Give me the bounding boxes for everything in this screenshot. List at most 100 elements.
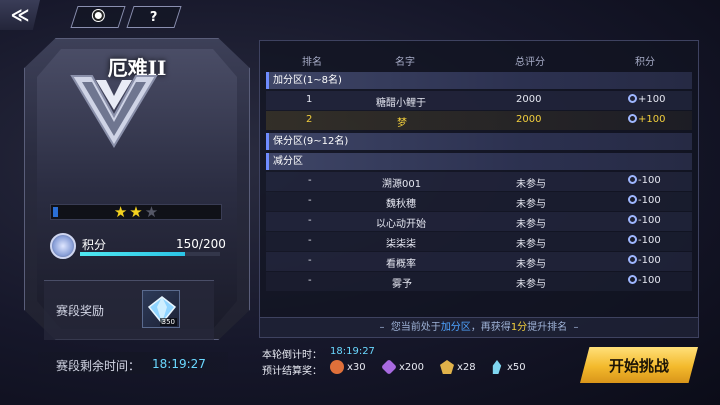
row-points: -100	[638, 215, 661, 226]
record-button[interactable]	[70, 6, 126, 28]
header-rank: 排名	[302, 57, 322, 68]
row-rank: -	[308, 275, 312, 286]
row-points: +100	[638, 94, 666, 105]
section-promote: 加分区(1~8名)	[266, 72, 692, 89]
row-rank: -	[308, 175, 312, 186]
points-label: 积分	[82, 238, 107, 252]
help-icon: ?	[150, 9, 158, 25]
row-points: -100	[638, 195, 661, 206]
table-row[interactable]: - 雾予 未参与 -100	[266, 272, 692, 291]
points-ring-icon	[628, 175, 637, 184]
countdown-value: 18:19:27	[330, 346, 375, 357]
est-reward-label: 预计结算奖：	[262, 366, 322, 377]
points-value: 150/200	[176, 237, 226, 251]
points-ring-icon	[628, 215, 637, 224]
points-ring-icon	[628, 275, 637, 284]
section-demote: 减分区	[266, 153, 692, 170]
est-reward-item[interactable]: x28	[440, 360, 476, 374]
row-points: +100	[638, 114, 666, 125]
row-rank: -	[308, 235, 312, 246]
table-header: 排名 名字 总评分 积分	[260, 49, 698, 69]
row-name: 以心动开始	[376, 219, 426, 230]
est-reward-count: x200	[399, 361, 425, 373]
row-name: 魏秋穗	[386, 199, 416, 210]
row-points: -100	[638, 255, 661, 266]
row-name: 溯源001	[382, 179, 422, 190]
row-score: 2000	[516, 94, 542, 105]
row-rank: 1	[306, 94, 313, 105]
help-button[interactable]: ?	[126, 6, 182, 28]
row-points: -100	[638, 275, 661, 286]
est-reward-item[interactable]: x200	[381, 359, 425, 375]
row-name: 雾予	[392, 279, 412, 290]
reward-label: 赛段奖励	[56, 304, 105, 318]
table-row[interactable]: - 魏秋穗 未参与 -100	[266, 192, 692, 211]
gold-crest-icon	[440, 360, 454, 374]
notice-need: 1分	[510, 322, 528, 333]
points-progress-fill	[80, 252, 185, 256]
stars-marker	[53, 207, 58, 217]
back-button[interactable]: ≪	[0, 0, 40, 30]
star-1-icon: ★	[113, 203, 128, 221]
header-points: 积分	[635, 57, 655, 68]
row-rank: -	[308, 215, 312, 226]
row-score: 未参与	[516, 259, 546, 270]
table-row[interactable]: 1 糖醋小鲤于 2000 +100	[266, 91, 692, 110]
countdown-label: 本轮倒计时：	[262, 350, 322, 361]
season-time-label: 赛段剩余时间：	[56, 359, 141, 373]
back-arrow-icon: ≪	[10, 4, 30, 26]
purple-gem-icon	[381, 359, 397, 375]
header-name: 名字	[395, 57, 415, 68]
start-challenge-button[interactable]: 开始挑战	[580, 347, 698, 383]
reward-item[interactable]: 350	[142, 290, 180, 328]
points-ring-icon	[628, 94, 637, 103]
est-reward-count: x28	[457, 361, 476, 373]
header-score: 总评分	[515, 57, 545, 68]
est-reward-item[interactable]: x50	[490, 360, 526, 374]
notice-suffix: 提升排名	[527, 322, 568, 333]
row-score: 未参与	[516, 239, 546, 250]
table-row[interactable]: - 柒柒柒 未参与 -100	[266, 232, 692, 251]
row-name: 柒柒柒	[386, 239, 416, 250]
points-ring-icon	[628, 255, 637, 264]
record-dot-icon	[92, 9, 104, 21]
row-score: 2000	[516, 114, 542, 125]
points-ring-icon	[628, 195, 637, 204]
row-score: 未参与	[516, 279, 546, 290]
notice-middle: ，再获得	[470, 322, 511, 333]
table-row[interactable]: - 看概率 未参与 -100	[266, 252, 692, 271]
table-row[interactable]: - 溯源001 未参与 -100	[266, 172, 692, 191]
row-score: 未参与	[516, 219, 546, 230]
points-ring-icon	[628, 235, 637, 244]
row-name: 看概率	[386, 259, 416, 270]
table-row-self[interactable]: 2 梦 2000 +100	[266, 111, 692, 130]
star-2-icon: ★	[129, 203, 143, 221]
season-time-value: 18:19:27	[152, 357, 206, 371]
ranking-table[interactable]: 排名 名字 总评分 积分 加分区(1~8名) 1 糖醋小鲤于 2000 +100…	[259, 40, 699, 318]
row-score: 未参与	[516, 179, 546, 190]
row-rank: -	[308, 195, 312, 206]
orange-chip-icon	[330, 360, 344, 374]
est-reward-count: x50	[507, 361, 526, 373]
star-3-icon: ★	[144, 203, 159, 221]
row-rank: 2	[306, 114, 313, 125]
row-name: 梦	[397, 118, 407, 129]
rank-notice: – 您当前处于加分区，再获得1分提升排名 –	[259, 318, 699, 338]
section-keep: 保分区(9~12名)	[266, 133, 692, 150]
notice-zone: 加分区	[440, 322, 471, 333]
points-progress-bar	[80, 252, 220, 256]
rank-stars: ★ ★ ★	[50, 204, 222, 220]
table-row[interactable]: - 以心动开始 未参与 -100	[266, 212, 692, 231]
points-icon	[50, 233, 76, 259]
reward-count: 350	[159, 318, 177, 326]
row-points: -100	[638, 235, 661, 246]
row-score: 未参与	[516, 199, 546, 210]
points-ring-icon	[628, 114, 637, 123]
est-reward-count: x30	[347, 361, 366, 373]
row-rank: -	[308, 255, 312, 266]
row-name: 糖醋小鲤于	[376, 98, 426, 109]
crystal-icon	[492, 360, 502, 374]
rank-emblem-icon	[70, 75, 158, 148]
est-reward-item[interactable]: x30	[330, 360, 366, 374]
notice-prefix: 您当前处于	[390, 322, 441, 333]
